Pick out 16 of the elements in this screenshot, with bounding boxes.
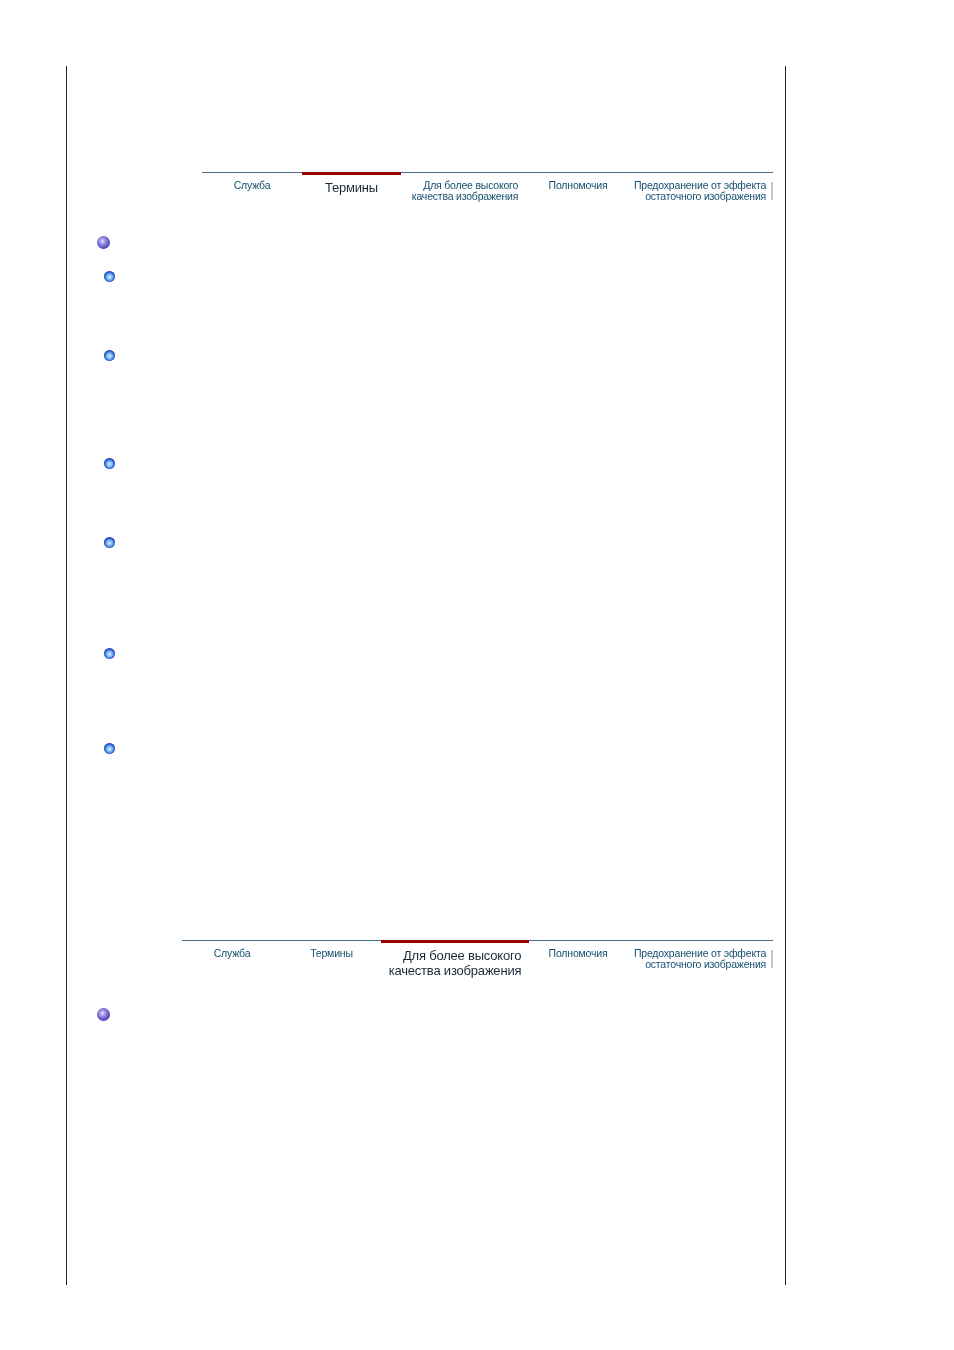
nav-tab[interactable]: Для более высокого качества изображения bbox=[401, 172, 529, 212]
nav-tab[interactable]: Полномочия bbox=[529, 172, 627, 212]
nav-tab[interactable]: Служба bbox=[182, 940, 282, 980]
nav-tab[interactable]: Термины bbox=[302, 172, 401, 212]
bullet-sphere-icon bbox=[104, 743, 115, 754]
bullet-sphere-icon bbox=[104, 350, 115, 361]
nav-tab[interactable]: Полномочия bbox=[529, 940, 627, 980]
nav-tab[interactable]: Служба bbox=[202, 172, 302, 212]
nav-tab[interactable]: Для более высокого качества изображения bbox=[381, 940, 529, 980]
bullet-sphere-icon bbox=[104, 537, 115, 548]
bullet-sphere-icon bbox=[104, 458, 115, 469]
bullet-sphere-icon bbox=[104, 648, 115, 659]
bullet-sphere-icon bbox=[97, 1008, 110, 1021]
bullet-sphere-icon bbox=[104, 271, 115, 282]
bullet-sphere-icon bbox=[97, 236, 110, 249]
nav-tab[interactable]: Термины bbox=[282, 940, 381, 980]
